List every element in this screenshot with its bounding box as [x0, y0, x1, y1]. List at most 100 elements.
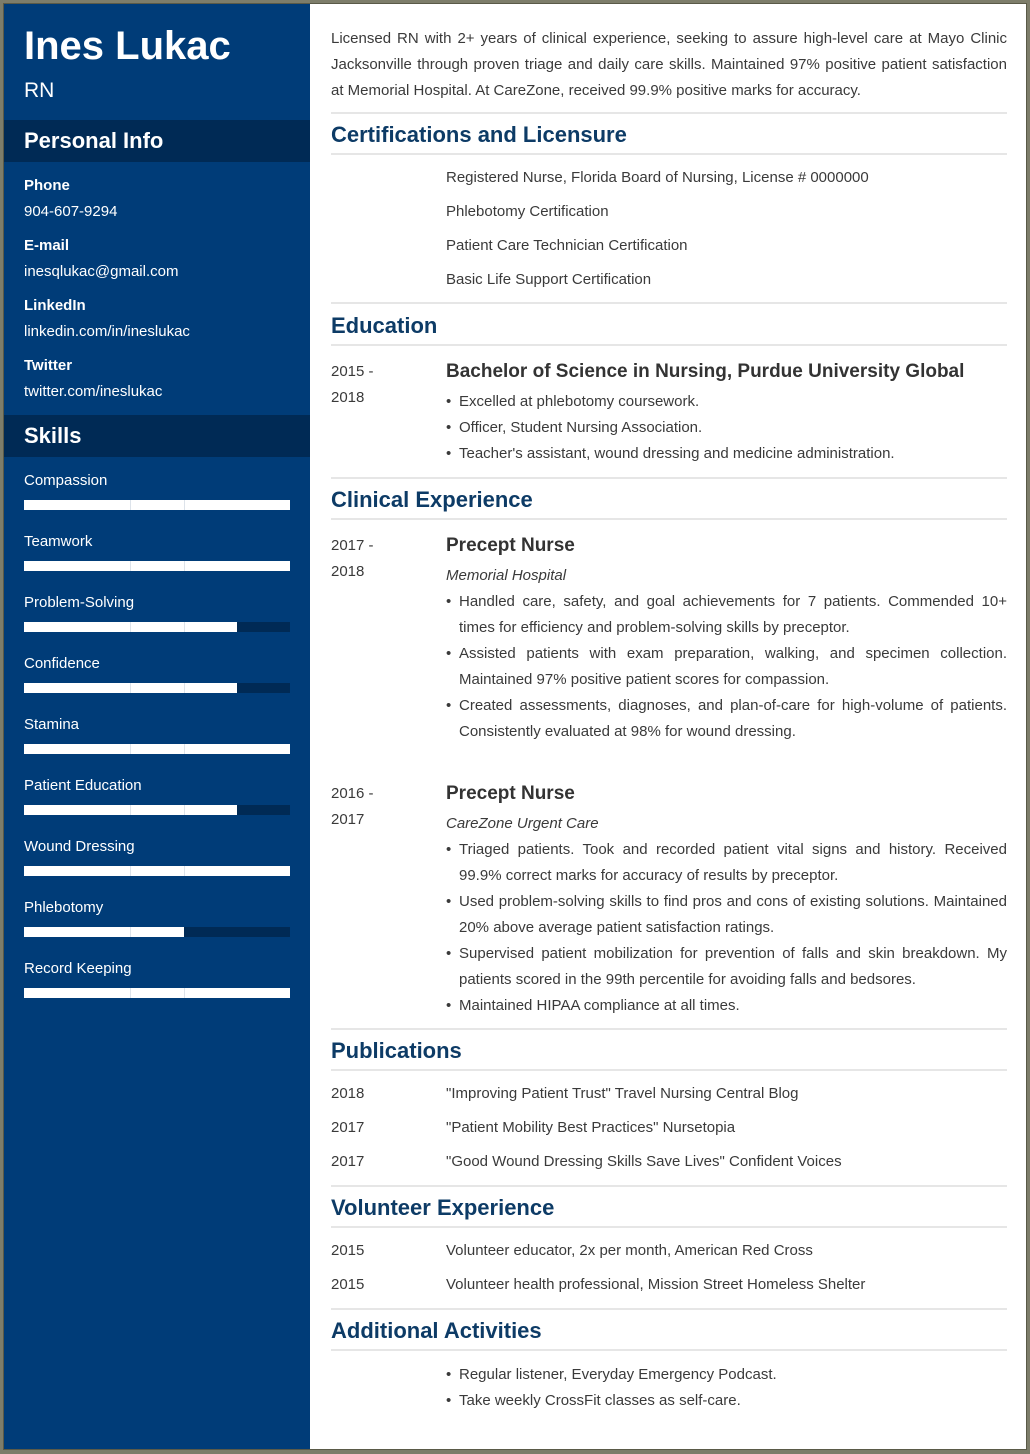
skill-level-bar [24, 805, 290, 815]
candidate-title: RN [24, 79, 55, 102]
skill-name: Teamwork [24, 533, 93, 550]
contact-value[interactable]: twitter.com/ineslukac [24, 383, 162, 401]
resume-page: Ines Lukac RN Personal Info Phone 904-60… [3, 3, 1027, 1450]
bullet-item: Excelled at phlebotomy coursework. [446, 389, 1007, 415]
bullet-item: Teacher's assistant, wound dressing and … [446, 441, 1007, 467]
bullet-item: Handled care, safety, and goal achieveme… [446, 589, 1007, 641]
contact-email: E-mail inesqlukac@gmail.com [24, 237, 178, 281]
skill-item: Patient Education [24, 777, 290, 815]
bullet-item: Supervised patient mobilization for prev… [446, 941, 1007, 993]
contact-twitter: Twitter twitter.com/ineslukac [24, 357, 162, 401]
degree-title: Bachelor of Science in Nursing, Purdue U… [446, 361, 965, 382]
summary: Licensed RN with 2+ years of clinical ex… [331, 30, 1007, 99]
contact-value[interactable]: linkedin.com/in/ineslukac [24, 323, 190, 341]
volunteer-heading: Volunteer Experience [331, 1195, 555, 1220]
personal-info-heading: Personal Info [4, 120, 310, 162]
contact-value[interactable]: 904-607-9294 [24, 203, 117, 221]
job-bullets: Triaged patients. Took and recorded pati… [446, 837, 1007, 1019]
job-title: Precept Nurse [446, 535, 575, 556]
job-dates: 2017 - 2018 [331, 537, 374, 580]
skill-segment-divider [184, 683, 185, 693]
divider [331, 518, 1007, 520]
skill-name: Compassion [24, 472, 108, 489]
skill-level-fill [24, 866, 290, 876]
skill-segment-divider [130, 622, 131, 632]
skill-level-bar [24, 500, 290, 510]
skill-item: Record Keeping [24, 960, 290, 998]
skill-level-bar [24, 866, 290, 876]
divider [331, 1185, 1007, 1187]
sidebar: Ines Lukac RN Personal Info Phone 904-60… [4, 4, 310, 1449]
contact-label: Phone [24, 177, 70, 194]
skill-level-fill [24, 988, 290, 998]
job-bullets: Handled care, safety, and goal achieveme… [446, 589, 1007, 745]
skills-heading: Skills [4, 415, 310, 457]
skill-segment-divider [184, 500, 185, 510]
skill-segment-divider [184, 988, 185, 998]
skill-name: Wound Dressing [24, 838, 135, 855]
job-dates: 2016 - 2017 [331, 785, 374, 828]
divider [331, 1069, 1007, 1071]
company-name: Memorial Hospital [446, 567, 567, 584]
skill-item: Confidence [24, 655, 290, 693]
activities-heading: Additional Activities [331, 1318, 542, 1343]
skill-level-bar [24, 927, 290, 937]
skill-name: Record Keeping [24, 960, 132, 977]
skill-level-bar [24, 622, 290, 632]
skill-segment-divider [184, 744, 185, 754]
skill-segment-divider [130, 988, 131, 998]
skill-level-bar [24, 683, 290, 693]
skill-name: Problem-Solving [24, 594, 135, 611]
skill-segment-divider [130, 683, 131, 693]
education-dates: 2015 - 2018 [331, 363, 374, 406]
bullet-item: Take weekly CrossFit classes as self-car… [446, 1388, 1007, 1414]
skill-segment-divider [130, 500, 131, 510]
skill-name: Phlebotomy [24, 899, 104, 916]
bullet-item: Assisted patients with exam preparation,… [446, 641, 1007, 693]
contact-value[interactable]: inesqlukac@gmail.com [24, 263, 178, 281]
skill-level-bar [24, 744, 290, 754]
skill-item: Problem-Solving [24, 594, 290, 632]
education-bullets: Excelled at phlebotomy coursework. Offic… [446, 389, 1007, 467]
skill-level-fill [24, 561, 290, 571]
skill-segment-divider [184, 866, 185, 876]
job-title: Precept Nurse [446, 783, 575, 804]
education-heading: Education [331, 313, 438, 338]
bullet-item: Created assessments, diagnoses, and plan… [446, 693, 1007, 745]
skill-segment-divider [130, 561, 131, 571]
bullet-item: Maintained HIPAA compliance at all times… [446, 993, 1007, 1019]
candidate-name: Ines Lukac [24, 24, 231, 68]
experience-heading: Clinical Experience [331, 487, 533, 512]
bullet-item: Regular listener, Everyday Emergency Pod… [446, 1362, 1007, 1388]
bullet-item: Triaged patients. Took and recorded pati… [446, 837, 1007, 889]
company-name: CareZone Urgent Care [446, 815, 599, 832]
divider [331, 1349, 1007, 1351]
skill-segment-divider [130, 744, 131, 754]
skill-name: Stamina [24, 716, 80, 733]
skill-item: Wound Dressing [24, 838, 290, 876]
publications-heading: Publications [331, 1038, 462, 1063]
skill-segment-divider [184, 805, 185, 815]
skill-segment-divider [184, 561, 185, 571]
divider [331, 112, 1007, 114]
skill-level-fill [24, 744, 290, 754]
contact-label: LinkedIn [24, 297, 86, 314]
divider [331, 153, 1007, 155]
skill-name: Confidence [24, 655, 100, 672]
skill-level-fill [24, 927, 184, 937]
contact-label: E-mail [24, 237, 70, 254]
contact-linkedin: LinkedIn linkedin.com/in/ineslukac [24, 297, 190, 341]
contact-label: Twitter [24, 357, 73, 374]
skill-level-bar [24, 561, 290, 571]
skill-level-bar [24, 988, 290, 998]
divider [331, 1308, 1007, 1310]
divider [331, 344, 1007, 346]
divider [331, 1028, 1007, 1030]
skill-segment-divider [130, 805, 131, 815]
skill-level-fill [24, 500, 290, 510]
activities-bullets: Regular listener, Everyday Emergency Pod… [446, 1362, 1007, 1414]
divider [331, 477, 1007, 479]
skill-name: Patient Education [24, 777, 142, 794]
bullet-item: Used problem-solving skills to find pros… [446, 889, 1007, 941]
skill-item: Phlebotomy [24, 899, 290, 937]
